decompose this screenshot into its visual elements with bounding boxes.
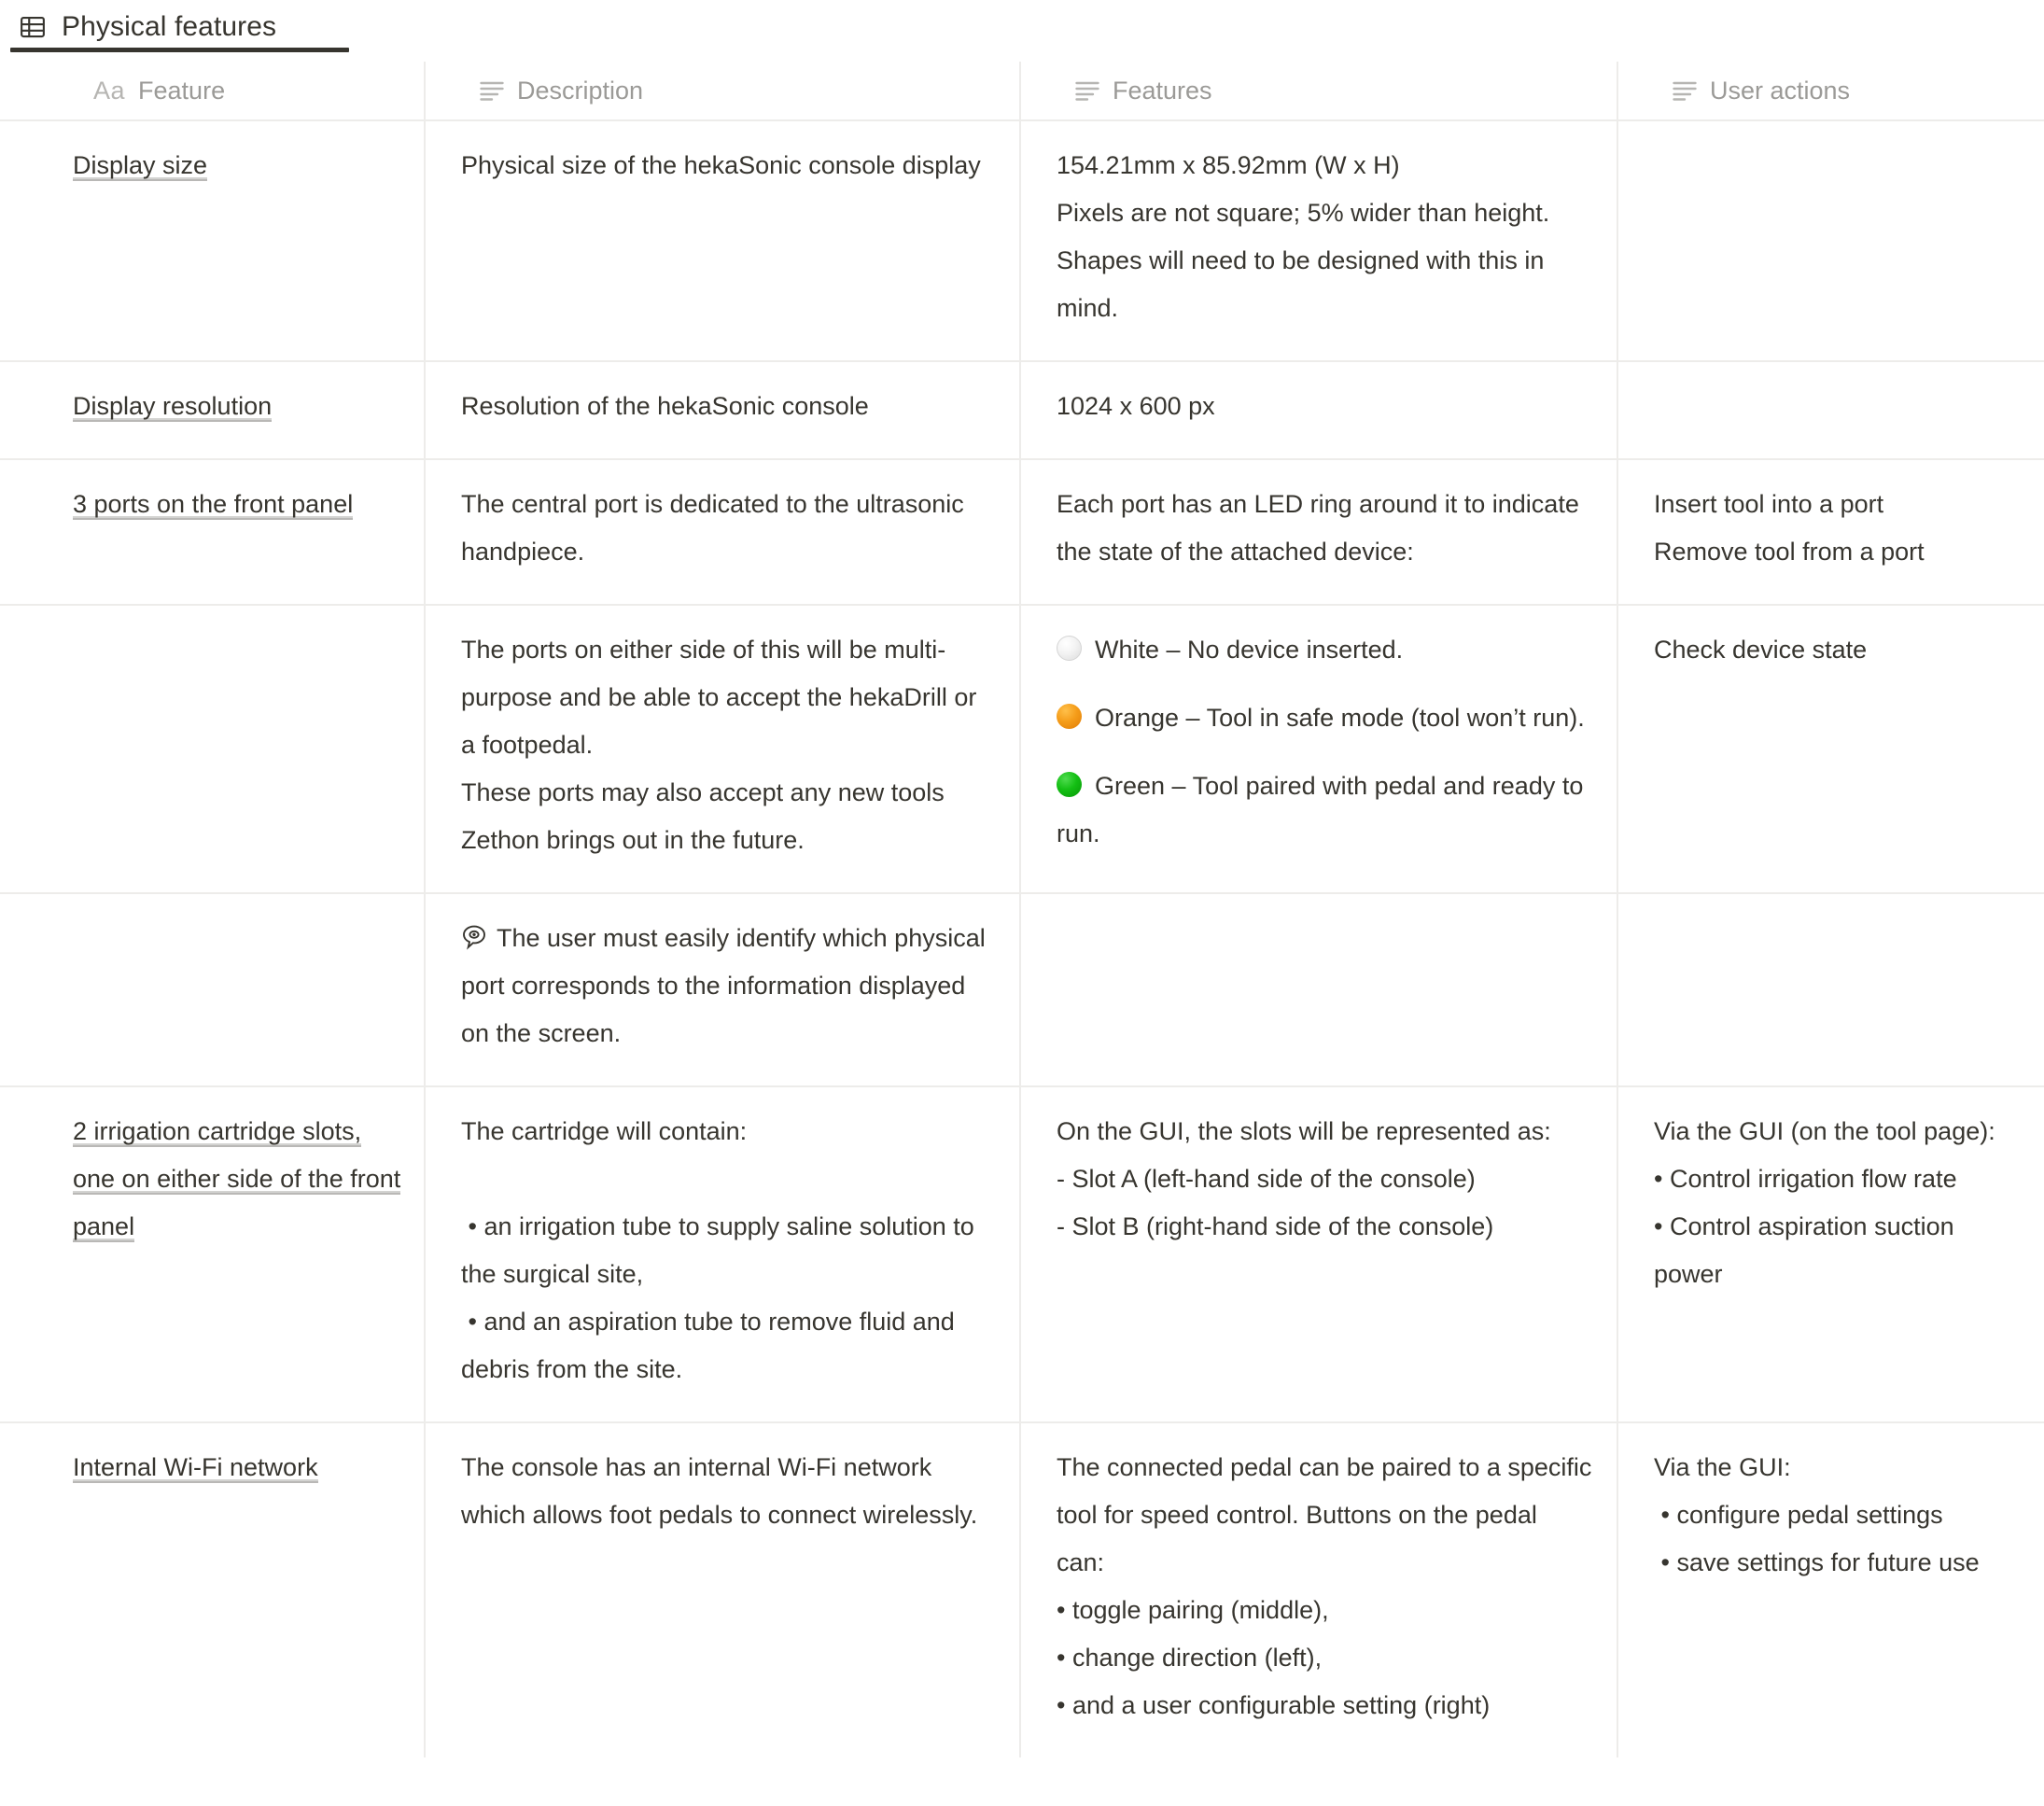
features-text: On the GUI, the slots will be represente… xyxy=(1057,1117,1551,1240)
table-header: Aa Feature Description Features User act… xyxy=(0,62,2044,121)
cell-feature[interactable]: Display size xyxy=(0,120,426,362)
cell-features[interactable]: 1024 x 600 px xyxy=(1020,361,1618,460)
cell-feature[interactable]: Display resolution xyxy=(0,361,426,460)
cell-features[interactable]: The connected pedal can be paired to a s… xyxy=(1020,1422,1618,1757)
features-text: 154.21mm x 85.92mm (W x H) Pixels are no… xyxy=(1057,151,1550,322)
led-state-text: Orange – Tool in safe mode (tool won’t r… xyxy=(1095,704,1585,732)
table-row: Display size Physical size of the hekaSon… xyxy=(0,120,2044,362)
row-title-link[interactable]: Internal Wi-Fi network xyxy=(73,1453,318,1483)
description-text: The ports on either side of this will be… xyxy=(461,636,977,854)
cell-feature[interactable] xyxy=(0,605,426,894)
column-header-user-actions[interactable]: User actions xyxy=(1617,62,2044,121)
row-title-link[interactable]: 2 irrigation cartridge slots, one on eit… xyxy=(73,1117,401,1242)
led-state-line: White – No device inserted. xyxy=(1057,626,1594,674)
text-lines-icon xyxy=(1075,80,1099,101)
cell-user-actions[interactable]: Via the GUI: • configure pedal settings … xyxy=(1617,1422,2044,1757)
column-header-label: User actions xyxy=(1710,77,1851,105)
led-state-text: Green – Tool paired with pedal and ready… xyxy=(1057,772,1590,847)
column-header-label: Description xyxy=(517,77,644,105)
user-actions-text: Via the GUI: • configure pedal settings … xyxy=(1654,1453,1980,1576)
text-lines-icon xyxy=(480,80,504,101)
user-actions-text: Insert tool into a port Remove tool from… xyxy=(1654,490,1925,566)
table-row: The ports on either side of this will be… xyxy=(0,605,2044,894)
cell-features[interactable] xyxy=(1020,893,1618,1087)
cell-description[interactable]: The user must easily identify which phys… xyxy=(425,893,1021,1087)
cell-features[interactable]: 154.21mm x 85.92mm (W x H) Pixels are no… xyxy=(1020,120,1618,362)
cell-description[interactable]: Resolution of the hekaSonic console xyxy=(425,361,1021,460)
led-state-line: Orange – Tool in safe mode (tool won’t r… xyxy=(1057,694,1594,742)
description-text: Physical size of the hekaSonic console d… xyxy=(461,151,981,179)
cell-user-actions[interactable] xyxy=(1617,361,2044,460)
database-table: Aa Feature Description Features User act… xyxy=(0,62,2044,1757)
view-tab-bar: Physical features xyxy=(0,0,2044,62)
cell-description[interactable]: Physical size of the hekaSonic console d… xyxy=(425,120,1021,362)
row-title-link[interactable]: Display resolution xyxy=(73,392,273,422)
features-text: 1024 x 600 px xyxy=(1057,392,1215,420)
column-header-feature[interactable]: Aa Feature xyxy=(0,62,426,121)
cell-user-actions[interactable]: Insert tool into a port Remove tool from… xyxy=(1617,459,2044,606)
column-header-label: Features xyxy=(1113,77,1212,105)
description-text: Resolution of the hekaSonic console xyxy=(461,392,869,420)
table-row: The user must easily identify which phys… xyxy=(0,893,2044,1087)
cell-features[interactable]: White – No device inserted. Orange – Tool… xyxy=(1020,605,1618,894)
row-title-link[interactable]: Display size xyxy=(73,151,208,181)
table-row: Display resolution Resolution of the heka… xyxy=(0,361,2044,460)
eye-in-speech-bubble-icon xyxy=(461,918,487,950)
column-header-label: Feature xyxy=(138,77,226,105)
cell-description[interactable]: The console has an internal Wi-Fi networ… xyxy=(425,1422,1021,1757)
description-text: The console has an internal Wi-Fi networ… xyxy=(461,1453,978,1529)
cell-user-actions[interactable] xyxy=(1617,120,2044,362)
led-green-icon xyxy=(1057,772,1082,797)
text-lines-icon xyxy=(1673,80,1697,101)
led-state-text: White – No device inserted. xyxy=(1095,636,1404,664)
cell-feature[interactable]: Internal Wi-Fi network xyxy=(0,1422,426,1757)
table-row: Internal Wi-Fi network The console has an… xyxy=(0,1422,2044,1757)
user-actions-text: Via the GUI (on the tool page): • Contro… xyxy=(1654,1117,1995,1288)
notion-database-page: Physical features Aa Feature Description… xyxy=(0,0,2044,1806)
led-state-line: Green – Tool paired with pedal and ready… xyxy=(1057,763,1594,858)
description-text: The central port is dedicated to the ult… xyxy=(461,490,972,566)
cell-features[interactable]: Each port has an LED ring around it to i… xyxy=(1020,459,1618,606)
active-tab-indicator xyxy=(10,48,349,52)
cell-description[interactable]: The cartridge will contain: • an irrigat… xyxy=(425,1086,1021,1423)
cell-description[interactable]: The central port is dedicated to the ult… xyxy=(425,459,1021,606)
features-text: The connected pedal can be paired to a s… xyxy=(1057,1453,1592,1719)
features-text: Each port has an LED ring around it to i… xyxy=(1057,490,1587,566)
column-header-features[interactable]: Features xyxy=(1020,62,1618,121)
led-orange-icon xyxy=(1057,704,1082,729)
cell-description[interactable]: The ports on either side of this will be… xyxy=(425,605,1021,894)
row-title-link[interactable]: 3 ports on the front panel xyxy=(73,490,354,520)
table-row: 3 ports on the front panel The central po… xyxy=(0,459,2044,606)
cell-feature[interactable]: 2 irrigation cartridge slots, one on eit… xyxy=(0,1086,426,1423)
table-row: 2 irrigation cartridge slots, one on eit… xyxy=(0,1086,2044,1423)
description-text: The user must easily identify which phys… xyxy=(461,924,993,1047)
tab-physical-features[interactable]: Physical features xyxy=(6,0,349,52)
tab-label: Physical features xyxy=(62,11,277,42)
cell-feature[interactable] xyxy=(0,893,426,1087)
cell-user-actions[interactable] xyxy=(1617,893,2044,1087)
led-white-icon xyxy=(1057,636,1082,661)
cell-feature[interactable]: 3 ports on the front panel xyxy=(0,459,426,606)
user-actions-text: Check device state xyxy=(1654,636,1868,664)
table-body: Display size Physical size of the hekaSon… xyxy=(0,120,2044,1757)
cell-user-actions[interactable]: Check device state xyxy=(1617,605,2044,894)
cell-user-actions[interactable]: Via the GUI (on the tool page): • Contro… xyxy=(1617,1086,2044,1423)
description-text: The cartridge will contain: • an irrigat… xyxy=(461,1117,974,1383)
header-row: Aa Feature Description Features User act… xyxy=(0,62,2044,121)
title-text-icon: Aa xyxy=(93,77,126,105)
column-header-description[interactable]: Description xyxy=(425,62,1021,121)
cell-features[interactable]: On the GUI, the slots will be represente… xyxy=(1020,1086,1618,1423)
table-icon xyxy=(19,13,47,41)
